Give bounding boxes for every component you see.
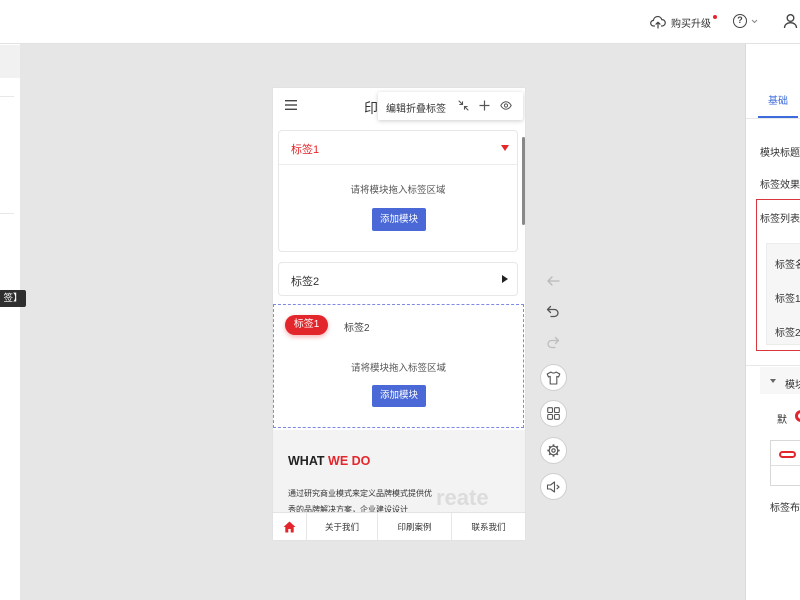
- tab-list-header: 标签名: [775, 260, 800, 271]
- section-text-line: 秀的品牌解决方案，企业建设设计: [288, 505, 408, 512]
- phone-preview: 印 编辑折叠标签 标签1 请将模块拖入标签区域 添加模块 标签2 标签1 标签2…: [273, 88, 525, 540]
- drop-placeholder: 请将模块拖入标签区域: [350, 363, 446, 374]
- tab-list-label: 标签列表：: [760, 214, 800, 225]
- site-title: 印: [364, 100, 378, 116]
- left-panel-divider: [0, 213, 14, 214]
- edit-collapse-tabs-button[interactable]: 编辑折叠标签: [386, 100, 446, 115]
- section-text-line: 通过研究商业模式来定义品牌模式提供优: [288, 489, 432, 498]
- caret-down-icon: [501, 145, 509, 151]
- tshirt-icon: [546, 370, 561, 385]
- editor-canvas: 印 编辑折叠标签 标签1 请将模块拖入标签区域 添加模块 标签2 标签1 标签2…: [20, 44, 745, 600]
- collapse-label: 标签1: [291, 144, 320, 156]
- collapse-header-1[interactable]: 标签1: [279, 131, 517, 165]
- left-panel-header: [0, 45, 20, 78]
- tab-layout-label: 标签布: [770, 503, 800, 514]
- home-icon: [283, 521, 296, 533]
- module-toolbar: 编辑折叠标签: [378, 92, 523, 120]
- section-heading: WHAT WE DO: [288, 454, 370, 468]
- caret-down-icon: [770, 379, 776, 383]
- tab-basic[interactable]: 基础: [768, 92, 800, 107]
- tab-effect-label: 标签效果：: [760, 180, 800, 191]
- heading-part-1: WHAT: [288, 454, 325, 468]
- cloud-upload-icon: [650, 15, 666, 29]
- user-icon[interactable]: [783, 13, 798, 29]
- heading-part-2: WE DO: [328, 454, 371, 468]
- caret-right-icon: [502, 275, 508, 283]
- gear-icon: [546, 443, 561, 458]
- tab-1[interactable]: 标签1: [285, 315, 328, 335]
- help-circle-icon: ?: [733, 14, 747, 28]
- drag-tooltip: 签】: [0, 290, 26, 307]
- what-we-do-section: reate WHAT WE DO 通过研究商业模式来定义品牌模式提供优 秀的品牌…: [273, 430, 525, 512]
- upgrade-button[interactable]: 购买升级: [650, 14, 711, 30]
- hamburger-icon[interactable]: [285, 100, 297, 110]
- pill-style-preview: [779, 451, 796, 458]
- tabs-module[interactable]: 标签1 标签2 请将模块拖入标签区域 添加模块: [273, 304, 524, 428]
- footer-item-about[interactable]: 关于我们: [306, 513, 377, 540]
- properties-panel: 基础 模块标题： 标签效果： 标签列表： 标签名 标签1 标签2 模块 默 标签…: [745, 44, 800, 600]
- eye-icon[interactable]: [500, 101, 512, 110]
- chevron-down-icon[interactable]: [751, 19, 758, 24]
- undo-icon[interactable]: [546, 305, 560, 318]
- redo-icon[interactable]: [546, 336, 560, 349]
- section-divider: [746, 365, 800, 366]
- tab-divider: [746, 118, 800, 119]
- settings-button[interactable]: [540, 437, 567, 464]
- plus-icon[interactable]: [479, 100, 490, 111]
- default-option-radio[interactable]: [795, 410, 800, 422]
- notification-dot: [713, 15, 717, 19]
- collapse-arrows-icon[interactable]: [458, 100, 469, 111]
- collapse-item-1: 标签1 请将模块拖入标签区域 添加模块: [278, 130, 518, 252]
- upgrade-label: 购买升级: [671, 18, 711, 30]
- tab-style-thumbnail[interactable]: [770, 440, 800, 486]
- theme-button[interactable]: [540, 364, 567, 391]
- tab-list-item[interactable]: 标签1: [775, 290, 800, 305]
- tab-list-item[interactable]: 标签2: [775, 324, 800, 339]
- top-bar: 购买升级 ?: [0, 0, 800, 44]
- speaker-icon: [546, 480, 561, 494]
- collapse-item-2: 标签2: [278, 262, 518, 296]
- module-title-label: 模块标题：: [760, 148, 800, 159]
- phone-scrollbar[interactable]: [522, 137, 525, 225]
- collapse-header-2[interactable]: 标签2: [279, 263, 517, 297]
- back-arrow-icon[interactable]: [546, 275, 560, 287]
- footer-item-cases[interactable]: 印刷案例: [377, 513, 451, 540]
- music-button[interactable]: [540, 473, 567, 500]
- left-panel: [0, 44, 20, 600]
- add-module-button[interactable]: 添加模块: [372, 208, 426, 231]
- drop-placeholder: 请将模块拖入标签区域: [350, 185, 446, 196]
- layout-button[interactable]: [540, 400, 567, 427]
- tab-2[interactable]: 标签2: [344, 319, 370, 334]
- left-panel-divider: [0, 96, 14, 97]
- help-button[interactable]: ?: [733, 14, 747, 28]
- module-style-label: 模块: [785, 380, 800, 391]
- grid-icon: [547, 407, 560, 420]
- footer-nav: 关于我们 印刷案例 联系我们: [273, 512, 525, 540]
- footer-item-contact[interactable]: 联系我们: [451, 513, 525, 540]
- footer-home[interactable]: [273, 513, 306, 540]
- thumbnail-divider: [771, 465, 800, 466]
- add-module-button[interactable]: 添加模块: [372, 385, 426, 407]
- watermark-text: reate: [436, 485, 489, 510]
- collapse-label: 标签2: [291, 276, 320, 288]
